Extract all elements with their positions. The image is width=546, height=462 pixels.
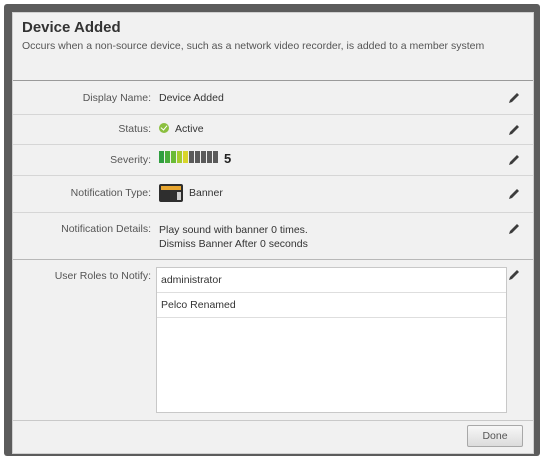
device-added-dialog: Device Added Occurs when a non-source de… [12, 12, 534, 454]
dialog-header: Device Added Occurs when a non-source de… [13, 13, 533, 79]
details-line-1: Play sound with banner 0 times. [159, 224, 308, 236]
user-roles-label: User Roles to Notify: [54, 270, 151, 282]
notification-details-value: Play sound with banner 0 times. Dismiss … [159, 223, 308, 251]
footer-divider [13, 420, 533, 421]
severity-number: 5 [224, 151, 232, 166]
severity-label: Severity: [110, 154, 151, 166]
notification-type-label: Notification Type: [70, 187, 151, 199]
dialog-title: Device Added [22, 19, 121, 36]
banner-icon [159, 184, 183, 202]
status-label: Status: [118, 123, 151, 135]
user-roles-list[interactable]: administrator Pelco Renamed [156, 267, 507, 413]
severity-value: 5 [159, 151, 231, 166]
severity-level-bar [159, 151, 219, 166]
done-button[interactable]: Done [467, 425, 523, 447]
display-name-row: Display Name: Device Added [13, 81, 533, 115]
edit-user-roles-pencil-icon[interactable] [507, 268, 521, 282]
status-row: Status: Active [13, 115, 533, 145]
dialog-description: Occurs when a non-source device, such as… [22, 40, 485, 52]
severity-row: Severity: 5 [13, 145, 533, 176]
details-line-2: Dismiss Banner After 0 seconds [159, 238, 308, 250]
severity-segment [201, 151, 206, 163]
status-text: Active [175, 123, 204, 135]
notification-type-value: Banner [159, 184, 223, 202]
notification-details-label: Notification Details: [61, 223, 151, 235]
severity-segment [189, 151, 194, 163]
severity-segment [177, 151, 182, 163]
severity-segment [171, 151, 176, 163]
edit-display-name-pencil-icon[interactable] [507, 91, 521, 105]
edit-status-pencil-icon[interactable] [507, 123, 521, 137]
severity-segment [207, 151, 212, 163]
active-check-icon [159, 123, 169, 133]
severity-segment [183, 151, 188, 163]
severity-segment [195, 151, 200, 163]
notification-details-row: Notification Details: Play sound with ba… [13, 213, 533, 260]
severity-segment [165, 151, 170, 163]
status-value: Active [159, 123, 204, 135]
edit-notification-type-pencil-icon[interactable] [507, 187, 521, 201]
display-name-value: Device Added [159, 92, 224, 104]
list-item-administrator[interactable]: administrator [157, 268, 506, 293]
notification-type-text: Banner [189, 186, 223, 199]
list-item-pelco-renamed[interactable]: Pelco Renamed [157, 293, 506, 318]
edit-severity-pencil-icon[interactable] [507, 153, 521, 167]
notification-type-row: Notification Type: Banner [13, 176, 533, 213]
edit-notification-details-pencil-icon[interactable] [507, 222, 521, 236]
severity-segment [159, 151, 164, 163]
severity-segment [213, 151, 218, 163]
display-name-label: Display Name: [82, 92, 151, 104]
